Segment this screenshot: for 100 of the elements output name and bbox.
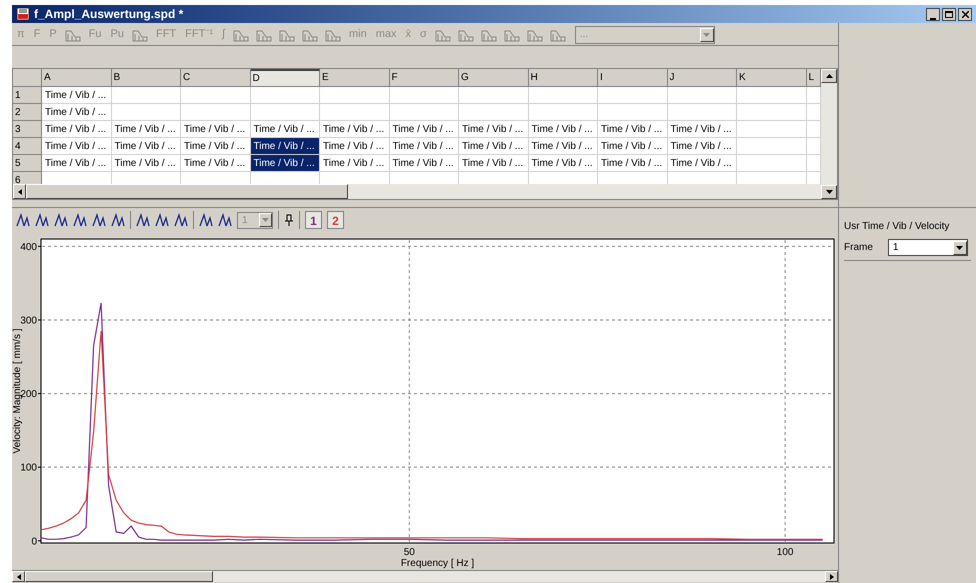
column-header[interactable]: L bbox=[806, 69, 820, 87]
chart-tool-button[interactable] bbox=[136, 213, 150, 227]
table-cell[interactable]: Time / Vib / ... bbox=[42, 155, 112, 172]
minimize-button[interactable] bbox=[926, 8, 940, 20]
channel-button[interactable]: 2 bbox=[327, 211, 344, 229]
column-header[interactable]: J bbox=[668, 69, 737, 87]
table-cell[interactable] bbox=[320, 87, 390, 104]
row-header[interactable]: 4 bbox=[13, 138, 42, 155]
row-header[interactable]: 6 bbox=[13, 172, 42, 184]
table-cell[interactable] bbox=[737, 155, 806, 172]
column-header[interactable]: C bbox=[181, 69, 250, 87]
table-cell[interactable] bbox=[668, 104, 737, 121]
table-cell[interactable]: Time / Vib / ... bbox=[528, 121, 598, 138]
table-cell[interactable]: Time / Vib / ... bbox=[112, 155, 181, 172]
chart-tool-button[interactable] bbox=[111, 213, 125, 227]
table-cell[interactable] bbox=[806, 138, 820, 155]
column-header[interactable]: K bbox=[737, 69, 806, 87]
table-cell[interactable]: Time / Vib / ... bbox=[42, 121, 112, 138]
table-cell[interactable] bbox=[181, 104, 250, 121]
table-cell[interactable]: Time / Vib / ... bbox=[181, 121, 250, 138]
row-header[interactable]: 5 bbox=[13, 155, 42, 172]
table-cell[interactable]: Time / Vib / ... bbox=[528, 138, 598, 155]
table-cell[interactable] bbox=[806, 104, 820, 121]
table-cell[interactable] bbox=[668, 172, 737, 184]
chart-tool-button[interactable] bbox=[35, 213, 49, 227]
table-cell[interactable] bbox=[737, 121, 806, 138]
column-header[interactable]: A bbox=[42, 69, 112, 87]
table-cell[interactable]: Time / Vib / ... bbox=[112, 138, 181, 155]
chart-tool-button[interactable] bbox=[54, 213, 68, 227]
table-cell[interactable] bbox=[390, 87, 459, 104]
table-cell[interactable]: Time / Vib / ... bbox=[320, 121, 390, 138]
table-cell[interactable] bbox=[668, 87, 737, 104]
table-cell[interactable]: Time / Vib / ... bbox=[181, 155, 250, 172]
table-cell[interactable] bbox=[320, 104, 390, 121]
table-cell[interactable]: Time / Vib / ... bbox=[598, 155, 668, 172]
table-cell[interactable]: Time / Vib / ... bbox=[598, 138, 668, 155]
table-cell[interactable]: Time / Vib / ... bbox=[459, 138, 528, 155]
table-cell[interactable] bbox=[250, 172, 320, 184]
chart-tool-button[interactable] bbox=[218, 213, 232, 227]
column-header[interactable]: H bbox=[528, 69, 598, 87]
column-header[interactable]: F bbox=[390, 69, 459, 87]
table-cell[interactable] bbox=[112, 172, 181, 184]
table-cell[interactable] bbox=[737, 104, 806, 121]
column-header[interactable]: D bbox=[250, 69, 320, 87]
row-header[interactable]: 3 bbox=[13, 121, 42, 138]
table-cell[interactable]: Time / Vib / ... bbox=[320, 138, 390, 155]
corner-header[interactable] bbox=[13, 69, 42, 87]
table-cell[interactable] bbox=[598, 104, 668, 121]
chart-tool-button[interactable] bbox=[16, 213, 30, 227]
table-cell[interactable] bbox=[528, 172, 598, 184]
table-cell[interactable]: Time / Vib / ... bbox=[668, 155, 737, 172]
table-cell[interactable]: Time / Vib / ... bbox=[668, 138, 737, 155]
table-cell[interactable] bbox=[737, 138, 806, 155]
table-cell[interactable]: Time / Vib / ... bbox=[390, 138, 459, 155]
scroll-left-button[interactable] bbox=[13, 184, 26, 199]
scroll-up-button[interactable] bbox=[821, 69, 837, 83]
table-cell[interactable] bbox=[390, 104, 459, 121]
table-cell[interactable]: Time / Vib / ... bbox=[390, 155, 459, 172]
scroll-right-button[interactable] bbox=[825, 571, 838, 582]
table-cell[interactable]: Time / Vib / ... bbox=[668, 121, 737, 138]
table-cell[interactable]: Time / Vib / ... bbox=[459, 121, 528, 138]
table-cell[interactable] bbox=[112, 104, 181, 121]
table-cell[interactable] bbox=[459, 104, 528, 121]
table-cell[interactable] bbox=[112, 87, 181, 104]
scroll-thumb[interactable] bbox=[26, 184, 348, 199]
chart-tool-button[interactable] bbox=[174, 213, 188, 227]
close-button[interactable] bbox=[958, 8, 972, 20]
maximize-button[interactable] bbox=[942, 8, 956, 20]
table-cell[interactable] bbox=[250, 104, 320, 121]
table-cell[interactable] bbox=[806, 121, 820, 138]
column-header[interactable]: G bbox=[459, 69, 528, 87]
table-cell[interactable]: Time / Vib / ... bbox=[598, 121, 668, 138]
column-header[interactable]: I bbox=[598, 69, 668, 87]
column-header[interactable]: B bbox=[112, 69, 181, 87]
table-cell[interactable]: Time / Vib / ... bbox=[112, 121, 181, 138]
table-cell[interactable] bbox=[598, 87, 668, 104]
table-cell[interactable] bbox=[737, 87, 806, 104]
table-cell[interactable] bbox=[390, 172, 459, 184]
channel-button[interactable]: 1 bbox=[305, 211, 322, 229]
table-cell[interactable] bbox=[250, 87, 320, 104]
table-cell[interactable]: Time / Vib / ... bbox=[320, 155, 390, 172]
table-cell[interactable]: Time / Vib / ... bbox=[42, 104, 112, 121]
column-header[interactable]: E bbox=[320, 69, 390, 87]
frame-dropdown[interactable]: 1 bbox=[888, 239, 968, 256]
scroll-left-button[interactable] bbox=[12, 571, 25, 582]
row-header[interactable]: 2 bbox=[13, 104, 42, 121]
table-cell[interactable] bbox=[528, 87, 598, 104]
table-cell[interactable]: Time / Vib / ... bbox=[390, 121, 459, 138]
chart-tool-button[interactable] bbox=[155, 213, 169, 227]
table-cell[interactable]: Time / Vib / ... bbox=[250, 138, 320, 155]
table-cell[interactable] bbox=[806, 155, 820, 172]
table-cell[interactable]: Time / Vib / ... bbox=[528, 155, 598, 172]
table-cell[interactable]: Time / Vib / ... bbox=[250, 121, 320, 138]
scroll-thumb[interactable] bbox=[25, 571, 213, 582]
pin-button[interactable] bbox=[284, 214, 294, 226]
table-cell[interactable] bbox=[459, 87, 528, 104]
scroll-down-button[interactable] bbox=[821, 185, 837, 199]
chart-tool-button[interactable] bbox=[199, 213, 213, 227]
row-header[interactable]: 1 bbox=[13, 87, 42, 104]
table-cell[interactable] bbox=[528, 104, 598, 121]
